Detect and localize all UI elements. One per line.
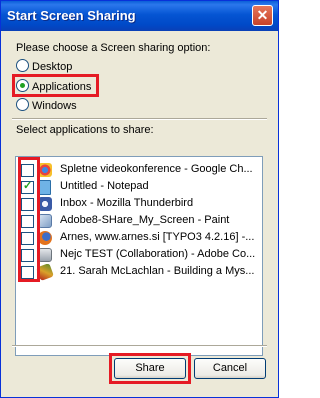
paint-icon	[38, 214, 52, 228]
radio-applications[interactable]: Applications	[16, 79, 91, 95]
app-label: 21. Sarah McLachlan - Building a Mys...	[60, 265, 255, 277]
separator	[12, 118, 267, 120]
title-bar[interactable]: Start Screen Sharing ✕	[1, 1, 278, 31]
thunderbird-icon	[38, 197, 52, 211]
app-label: Inbox - Mozilla Thunderbird	[60, 197, 194, 209]
list-item[interactable]: Inbox - Mozilla Thunderbird	[16, 196, 262, 213]
radio-windows[interactable]: Windows	[16, 98, 77, 114]
close-icon[interactable]: ✕	[252, 5, 273, 26]
radio-desktop[interactable]: Desktop	[16, 59, 72, 75]
connect-icon	[38, 248, 52, 262]
list-item[interactable]: Untitled - Notepad	[16, 179, 262, 196]
chrome-icon	[38, 163, 52, 177]
app-label: Spletne videokonference - Google Ch...	[60, 163, 253, 175]
radio-desktop-indicator[interactable]	[16, 59, 29, 72]
list-item[interactable]: Adobe8-SHare_My_Screen - Paint	[16, 213, 262, 230]
cancel-button[interactable]: Cancel	[194, 358, 266, 379]
radio-applications-label: Applications	[32, 81, 92, 93]
sharing-option-prompt: Please choose a Screen sharing option:	[16, 42, 211, 54]
checkbox-column-highlight	[18, 157, 40, 282]
list-item[interactable]: Spletne videokonference - Google Ch...	[16, 162, 262, 179]
applications-list[interactable]: Spletne videokonference - Google Ch... U…	[15, 156, 263, 356]
window-title: Start Screen Sharing	[7, 8, 136, 23]
radio-windows-label: Windows	[32, 100, 77, 112]
app-label: Nejc TEST (Collaboration) - Adobe Co...	[60, 248, 256, 260]
radio-windows-indicator[interactable]	[16, 98, 29, 111]
share-button[interactable]: Share	[114, 358, 186, 379]
list-item[interactable]: Arnes, www.arnes.si [TYPO3 4.2.16] -...	[16, 230, 262, 247]
firefox-icon	[38, 231, 52, 245]
app-label: Untitled - Notepad	[60, 180, 149, 192]
apps-prompt: Select applications to share:	[16, 124, 154, 136]
radio-applications-indicator[interactable]	[16, 79, 29, 92]
separator	[12, 345, 267, 347]
app-label: Arnes, www.arnes.si [TYPO3 4.2.16] -...	[60, 231, 255, 243]
screen-sharing-dialog: Start Screen Sharing ✕ Please choose a S…	[0, 0, 279, 398]
dialog-content: Please choose a Screen sharing option: D…	[4, 31, 275, 394]
list-item[interactable]: Nejc TEST (Collaboration) - Adobe Co...	[16, 247, 262, 264]
radio-desktop-label: Desktop	[32, 61, 73, 73]
app-label: Adobe8-SHare_My_Screen - Paint	[60, 214, 230, 226]
list-item[interactable]: 21. Sarah McLachlan - Building a Mys...	[16, 264, 262, 281]
